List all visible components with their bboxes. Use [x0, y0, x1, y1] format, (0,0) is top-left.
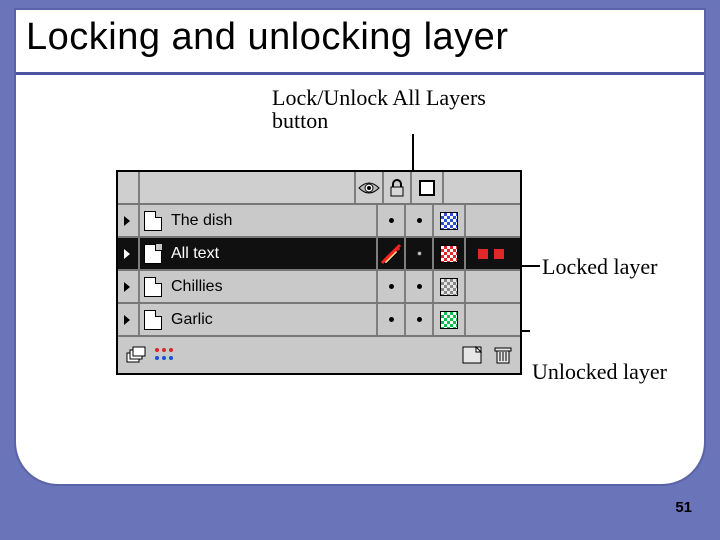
swatch-cell[interactable]	[434, 205, 466, 236]
caption-locked-layer: Locked layer	[542, 255, 657, 278]
dot-icon	[417, 317, 422, 322]
eye-icon	[358, 180, 380, 196]
caption-unlocked-layer: Unlocked layer	[532, 360, 667, 383]
layer-row[interactable]: All text	[118, 238, 520, 271]
layer-row[interactable]: The dish	[118, 205, 520, 238]
swatch-cell[interactable]	[434, 238, 466, 269]
triangle-right-icon	[124, 216, 130, 226]
pen-locked-icon	[380, 243, 402, 265]
dot-icon	[389, 317, 394, 322]
dot-icon	[389, 284, 394, 289]
layers-stack-icon[interactable]	[124, 345, 146, 365]
layer-row[interactable]: Garlic	[118, 304, 520, 337]
layers-panel-header	[118, 172, 520, 205]
padlock-icon	[389, 179, 405, 197]
swatch-icon	[440, 212, 458, 230]
new-layer-button[interactable]	[462, 346, 482, 364]
checkbox-icon	[419, 180, 435, 196]
layer-name-label: The dish	[171, 212, 232, 230]
header-blank	[140, 172, 356, 203]
layer-name-label: All text	[171, 245, 219, 263]
header-spacer-left	[118, 172, 140, 203]
swatch-icon	[440, 278, 458, 296]
triangle-right-icon	[124, 282, 130, 292]
layer-thumbnail-icon	[144, 310, 162, 330]
lock-toggle[interactable]	[406, 304, 434, 335]
layer-name-cell[interactable]: Chillies	[140, 271, 378, 302]
header-end	[444, 172, 494, 203]
swatch-cell[interactable]	[434, 304, 466, 335]
layer-name-cell[interactable]: All text	[140, 238, 378, 269]
dotted-ab-icon[interactable]	[154, 346, 186, 364]
callout-line-to-lock-button	[412, 134, 414, 174]
lock-all-checkbox[interactable]	[412, 172, 444, 203]
layer-thumbnail-icon	[144, 244, 162, 264]
visibility-toggle[interactable]	[378, 205, 406, 236]
selection-indicator	[466, 238, 516, 269]
visibility-column-header[interactable]	[356, 172, 384, 203]
slide-card: Locking and unlocking layer Lock/Unlock …	[14, 8, 706, 486]
layer-name-cell[interactable]: The dish	[140, 205, 378, 236]
lock-toggle[interactable]	[406, 271, 434, 302]
lock-toggle[interactable]	[406, 238, 434, 269]
dot-icon	[417, 284, 422, 289]
slide-title: Locking and unlocking layer	[26, 16, 508, 59]
page-number: 51	[675, 499, 692, 516]
layer-thumbnail-icon	[144, 211, 162, 231]
row-end	[466, 205, 516, 236]
new-layer-icon	[462, 346, 482, 364]
row-end	[466, 271, 516, 302]
layer-row[interactable]: Chillies	[118, 271, 520, 304]
dot-icon	[417, 218, 422, 223]
layer-name-label: Chillies	[171, 278, 223, 296]
delete-layer-button[interactable]	[494, 345, 512, 365]
expand-toggle[interactable]	[118, 238, 140, 269]
layer-thumbnail-icon	[144, 277, 162, 297]
layer-name-label: Garlic	[171, 311, 213, 329]
lock-all-layers-button[interactable]	[384, 172, 412, 203]
caption-lock-all: Lock/Unlock All Layers button	[272, 86, 492, 132]
layers-panel: The dish All text	[116, 170, 522, 375]
swatch-icon	[440, 311, 458, 329]
layers-panel-footer	[118, 337, 520, 373]
dot-icon	[417, 251, 422, 256]
selection-square-icon	[494, 249, 504, 259]
swatch-cell[interactable]	[434, 271, 466, 302]
expand-toggle[interactable]	[118, 304, 140, 335]
triangle-right-icon	[124, 249, 130, 259]
title-divider	[16, 72, 704, 75]
layer-name-cell[interactable]: Garlic	[140, 304, 378, 335]
expand-toggle[interactable]	[118, 205, 140, 236]
triangle-right-icon	[124, 315, 130, 325]
visibility-toggle[interactable]	[378, 238, 406, 269]
row-end	[466, 304, 516, 335]
expand-toggle[interactable]	[118, 271, 140, 302]
trash-icon	[494, 345, 512, 365]
selection-square-icon	[478, 249, 488, 259]
visibility-toggle[interactable]	[378, 304, 406, 335]
swatch-icon	[440, 245, 458, 263]
dot-icon	[389, 218, 394, 223]
visibility-toggle[interactable]	[378, 271, 406, 302]
lock-toggle[interactable]	[406, 205, 434, 236]
